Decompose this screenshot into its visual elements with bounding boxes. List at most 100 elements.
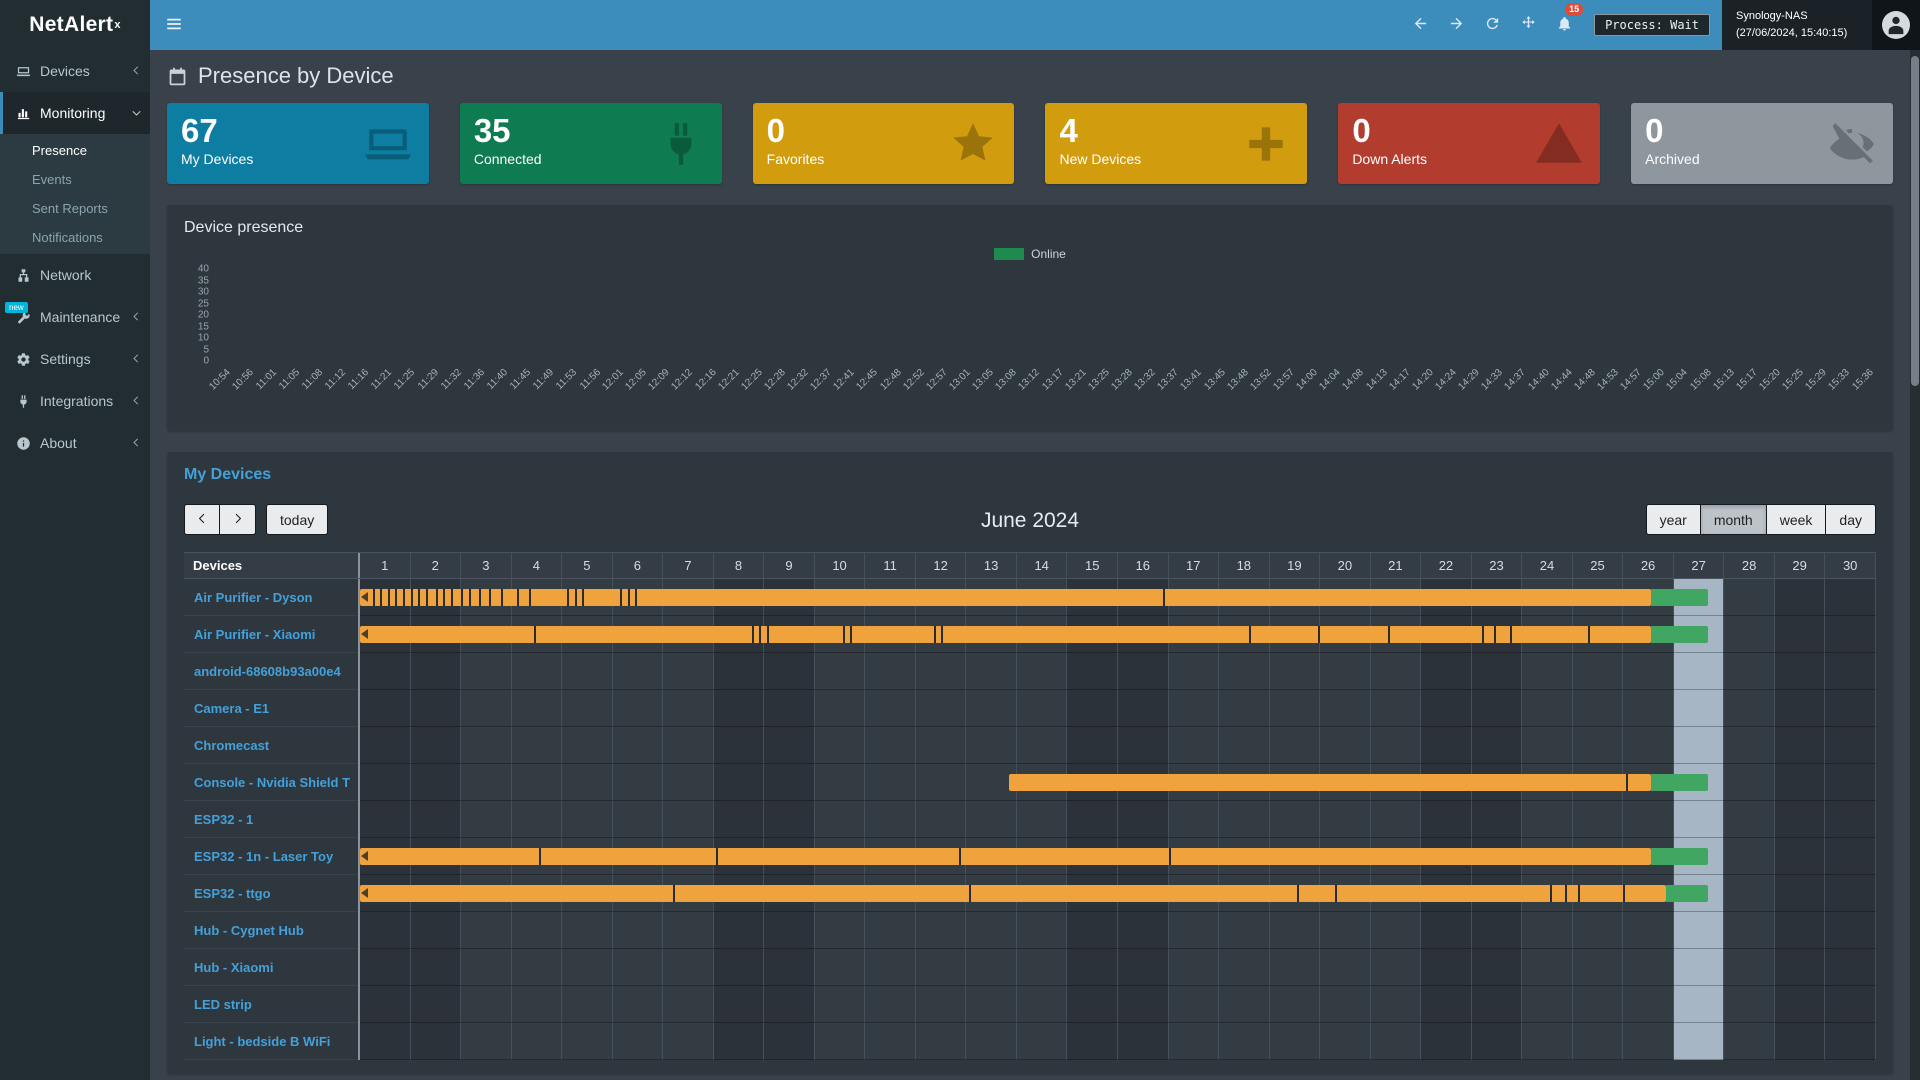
nav-forward-button[interactable] bbox=[1438, 0, 1474, 50]
offline-gap-tick bbox=[567, 589, 569, 606]
presence-bar-online[interactable] bbox=[1009, 774, 1651, 791]
offline-gap-tick bbox=[403, 589, 405, 606]
presence-bar-current[interactable] bbox=[1651, 589, 1708, 606]
summary-card-my-devices[interactable]: 67My Devices bbox=[167, 103, 429, 184]
sidebar-item-label: Integrations bbox=[40, 393, 122, 409]
sidebar-subitem-notifications[interactable]: Notifications bbox=[0, 223, 150, 252]
device-link-console-nvidia-shield-t[interactable]: Console - Nvidia Shield T bbox=[184, 764, 358, 801]
device-link-hub-cygnet-hub[interactable]: Hub - Cygnet Hub bbox=[184, 912, 358, 949]
sidebar-item-maintenance[interactable]: newMaintenance bbox=[0, 296, 150, 338]
sidebar-subitem-sent-reports[interactable]: Sent Reports bbox=[0, 194, 150, 223]
summary-card-favorites[interactable]: 0Favorites bbox=[753, 103, 1015, 184]
calendar-view-day-button[interactable]: day bbox=[1826, 504, 1876, 535]
x-axis-label-cell: 14:24 bbox=[1442, 365, 1459, 417]
x-axis-label-cell: 12:48 bbox=[887, 365, 904, 417]
calendar-view-month-button[interactable]: month bbox=[1701, 504, 1767, 535]
x-axis-label-cell: 13:25 bbox=[1095, 365, 1112, 417]
offline-gap-tick bbox=[501, 589, 503, 606]
sidebar-subitem-events[interactable]: Events bbox=[0, 165, 150, 194]
presence-bar-online[interactable] bbox=[360, 885, 1666, 902]
presence-bar-current[interactable] bbox=[1651, 626, 1708, 643]
offline-gap-tick bbox=[582, 589, 584, 606]
calendar-prev-button[interactable] bbox=[184, 504, 220, 535]
sidebar-item-devices[interactable]: Devices bbox=[0, 50, 150, 92]
device-link-esp32-1[interactable]: ESP32 - 1 bbox=[184, 801, 358, 838]
device-link-hub-xiaomi[interactable]: Hub - Xiaomi bbox=[184, 949, 358, 986]
device-link-air-purifier-dyson[interactable]: Air Purifier - Dyson bbox=[184, 579, 358, 616]
summary-card-down-alerts[interactable]: 0Down Alerts bbox=[1338, 103, 1600, 184]
summary-card-new-devices[interactable]: 4New Devices bbox=[1045, 103, 1307, 184]
device-link-camera-e1[interactable]: Camera - E1 bbox=[184, 690, 358, 727]
sidebar-item-about[interactable]: About bbox=[0, 422, 150, 464]
calendar-next-button[interactable] bbox=[220, 504, 256, 535]
device-link-light-bedside-b-wifi[interactable]: Light - bedside B WiFi bbox=[184, 1023, 358, 1060]
calendar-view-year-button[interactable]: year bbox=[1646, 504, 1701, 535]
x-axis-label-cell: 13:37 bbox=[1165, 365, 1182, 417]
day-header-28: 28 bbox=[1724, 553, 1775, 578]
x-axis-label-cell: 13:52 bbox=[1257, 365, 1274, 417]
x-axis-label: 11:16 bbox=[346, 367, 371, 392]
summary-card-archived[interactable]: 0Archived bbox=[1631, 103, 1893, 184]
pan-mode-button[interactable] bbox=[1510, 0, 1546, 50]
x-axis-label-cell: 14:04 bbox=[1327, 365, 1344, 417]
calendar-header-row: Devices123456789101112131415161718192021… bbox=[184, 552, 1876, 579]
x-axis-label-cell: 15:29 bbox=[1813, 365, 1830, 417]
day-header-3: 3 bbox=[461, 553, 512, 578]
presence-bar-current[interactable] bbox=[1666, 885, 1708, 902]
sidebar-item-network[interactable]: Network bbox=[0, 254, 150, 296]
arrow-left-icon bbox=[1412, 15, 1429, 35]
device-link-chromecast[interactable]: Chromecast bbox=[184, 727, 358, 764]
day-header-5: 5 bbox=[562, 553, 613, 578]
nav-back-button[interactable] bbox=[1402, 0, 1438, 50]
presence-bar-current[interactable] bbox=[1651, 848, 1708, 865]
host-name: Synology-NAS bbox=[1736, 8, 1858, 25]
x-axis-label-cell: 15:08 bbox=[1697, 365, 1714, 417]
day-header-2: 2 bbox=[411, 553, 462, 578]
presence-bar-online[interactable] bbox=[360, 626, 1651, 643]
timeline-row bbox=[360, 949, 1876, 986]
device-link-led-strip[interactable]: LED strip bbox=[184, 986, 358, 1023]
x-axis-label-cell: 13:45 bbox=[1211, 365, 1228, 417]
x-axis-label-cell: 13:17 bbox=[1049, 365, 1066, 417]
sidebar-subitem-presence[interactable]: Presence bbox=[0, 136, 150, 165]
sidebar-item-settings[interactable]: Settings bbox=[0, 338, 150, 380]
day-header-30: 30 bbox=[1825, 553, 1876, 578]
page-scrollbar bbox=[1910, 50, 1920, 1080]
device-link-esp32-ttgo[interactable]: ESP32 - ttgo bbox=[184, 875, 358, 912]
offline-gap-tick bbox=[628, 589, 630, 606]
brand-logo[interactable]: NetAlertx bbox=[0, 0, 150, 50]
x-axis-label: 12:28 bbox=[762, 367, 787, 392]
summary-card-connected[interactable]: 35Connected bbox=[460, 103, 722, 184]
presence-bar-online[interactable] bbox=[360, 589, 1651, 606]
sidebar-item-label: Devices bbox=[40, 63, 122, 79]
x-axis-label-cell: 14:53 bbox=[1604, 365, 1621, 417]
presence-bar-current[interactable] bbox=[1651, 774, 1708, 791]
calendar-view-week-button[interactable]: week bbox=[1767, 504, 1827, 535]
device-link-esp32-1n-laser-toy[interactable]: ESP32 - 1n - Laser Toy bbox=[184, 838, 358, 875]
offline-gap-tick bbox=[1623, 885, 1625, 902]
y-axis-tick: 30 bbox=[198, 287, 209, 298]
x-axis-label-cell: 12:25 bbox=[748, 365, 765, 417]
chevron-left-icon bbox=[131, 63, 142, 79]
scrollbar-thumb[interactable] bbox=[1911, 56, 1919, 386]
notifications-button[interactable]: 15 bbox=[1546, 0, 1582, 50]
day-header-22: 22 bbox=[1421, 553, 1472, 578]
device-link-android-68608b93a00e4[interactable]: android-68608b93a00e4 bbox=[184, 653, 358, 690]
presence-bar-chart: 0510152025303540 10:5410:5611:0111:0511:… bbox=[184, 269, 1876, 417]
sidebar-item-label: Network bbox=[40, 267, 142, 283]
presence-bar-online[interactable] bbox=[360, 848, 1651, 865]
offline-gap-tick bbox=[1388, 626, 1390, 643]
calendar-today-button[interactable]: today bbox=[266, 504, 328, 535]
continues-left-arrow-icon bbox=[361, 851, 368, 861]
refresh-button[interactable] bbox=[1474, 0, 1510, 50]
day-header-13: 13 bbox=[966, 553, 1017, 578]
timeline-row bbox=[360, 986, 1876, 1023]
offline-gap-tick bbox=[534, 626, 536, 643]
sidebar-toggle-button[interactable] bbox=[150, 0, 198, 50]
my-devices-title[interactable]: My Devices bbox=[184, 466, 1876, 484]
sidebar-item-monitoring[interactable]: Monitoring bbox=[0, 92, 150, 134]
avatar[interactable] bbox=[1882, 11, 1910, 39]
sidebar-item-integrations[interactable]: Integrations bbox=[0, 380, 150, 422]
calendar-view-group: yearmonthweekday bbox=[1646, 504, 1876, 535]
device-link-air-purifier-xiaomi[interactable]: Air Purifier - Xiaomi bbox=[184, 616, 358, 653]
